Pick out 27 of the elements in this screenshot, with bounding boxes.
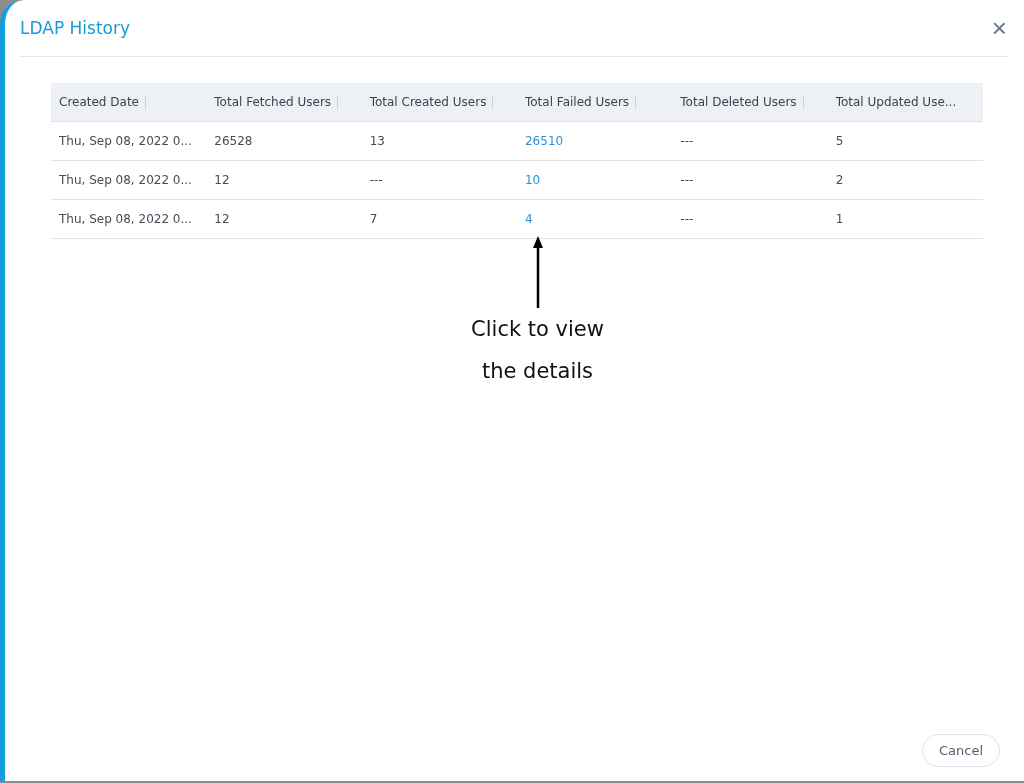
- table-cell: ---: [369, 173, 383, 187]
- close-button[interactable]: ×: [989, 15, 1009, 41]
- annotation-text: Click to view: [471, 316, 604, 343]
- table-cell: 5: [835, 134, 844, 148]
- table-cell: 2: [835, 173, 844, 187]
- table-cell: Thu, Sep 08, 2022 0...: [59, 212, 192, 226]
- table-cell: ---: [680, 134, 694, 148]
- annotation-arrow: [531, 236, 544, 308]
- table-cell: 26528: [214, 134, 253, 148]
- table-cell: 7: [369, 212, 378, 226]
- table-cell: Thu, Sep 08, 2022 0...: [59, 173, 192, 187]
- column-header[interactable]: Total Deleted Users: [680, 95, 804, 109]
- column-header[interactable]: Created Date: [59, 95, 146, 109]
- column-header[interactable]: Total Failed Users: [525, 95, 637, 109]
- table-cell: ---: [680, 173, 694, 187]
- column-header[interactable]: Total Created Users: [369, 95, 494, 109]
- table-cell: ---: [680, 212, 694, 226]
- table-cell: 13: [369, 134, 385, 148]
- table-cell: 12: [214, 212, 230, 226]
- table-cell: Thu, Sep 08, 2022 0...: [59, 134, 192, 148]
- table-cell: 12: [214, 173, 230, 187]
- annotation-text: the details: [481, 358, 594, 385]
- dialog-title: LDAP History: [20, 18, 131, 38]
- table-cell: 1: [835, 212, 844, 226]
- column-header[interactable]: Total Updated Use...: [835, 95, 957, 109]
- cancel-button[interactable]: Cancel: [921, 734, 1000, 767]
- column-header[interactable]: Total Fetched Users: [214, 95, 339, 109]
